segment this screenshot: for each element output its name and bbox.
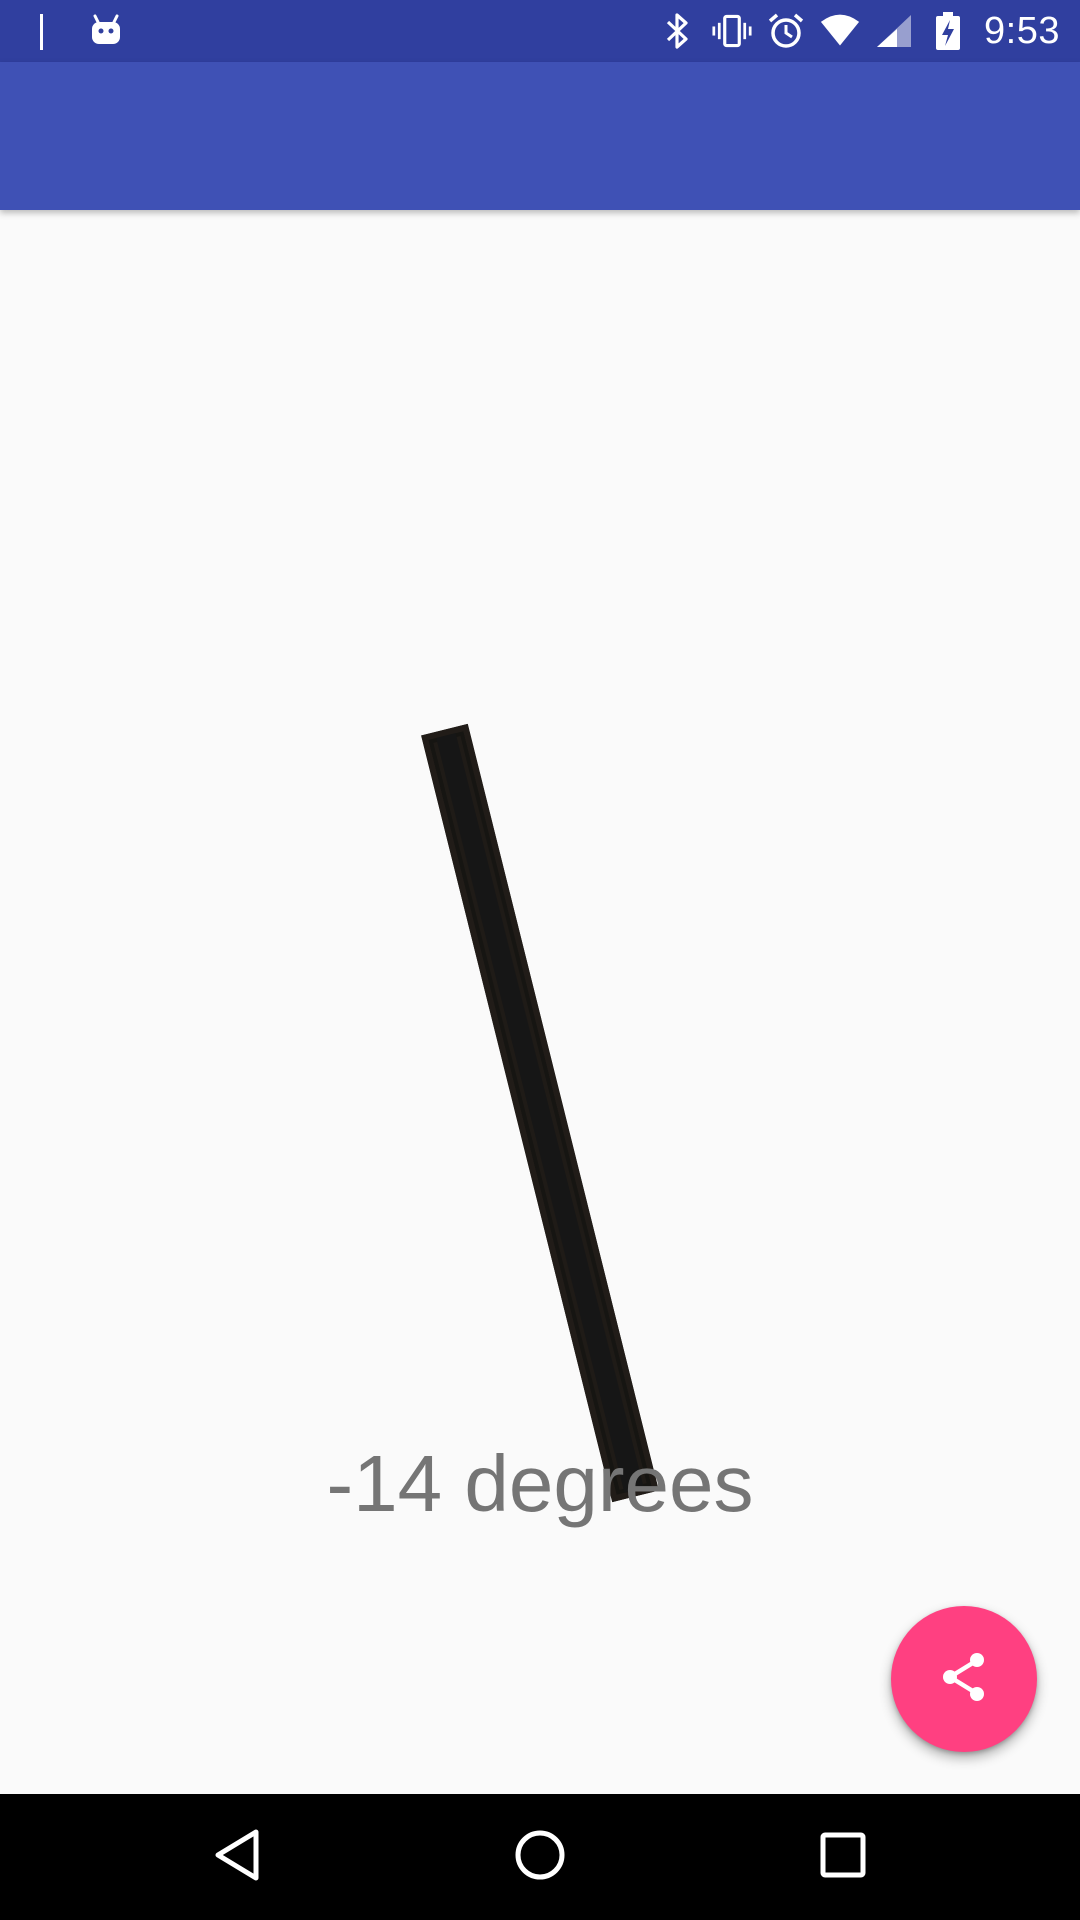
home-button[interactable] bbox=[505, 1822, 575, 1892]
degrees-readout: -14 degrees bbox=[326, 1439, 754, 1528]
back-button[interactable] bbox=[202, 1822, 272, 1892]
screen: 9:53 -14 degrees bbox=[0, 0, 1080, 1920]
bluetooth-icon bbox=[658, 11, 698, 51]
level-line bbox=[421, 723, 659, 1503]
share-icon bbox=[936, 1649, 992, 1710]
status-left-icons bbox=[40, 12, 123, 52]
recents-button[interactable] bbox=[808, 1822, 878, 1892]
alarm-icon bbox=[766, 11, 806, 51]
battery-charging-icon bbox=[928, 11, 968, 51]
recents-icon bbox=[818, 1830, 868, 1885]
share-button[interactable] bbox=[891, 1606, 1037, 1752]
status-right-icons: 9:53 bbox=[644, 8, 1060, 54]
app-bar bbox=[0, 62, 1080, 210]
status-bar: 9:53 bbox=[0, 0, 1080, 62]
level-line-inner bbox=[436, 733, 644, 1493]
text-cursor-icon bbox=[40, 14, 43, 50]
navigation-bar bbox=[0, 1794, 1080, 1920]
android-debug-icon bbox=[89, 13, 123, 52]
back-icon bbox=[212, 1828, 262, 1887]
cell-signal-icon bbox=[874, 11, 914, 51]
level-area bbox=[0, 210, 1080, 1503]
wifi-icon bbox=[820, 11, 860, 51]
vibrate-icon bbox=[712, 11, 752, 51]
status-time: 9:53 bbox=[984, 9, 1060, 52]
home-icon bbox=[513, 1828, 567, 1887]
